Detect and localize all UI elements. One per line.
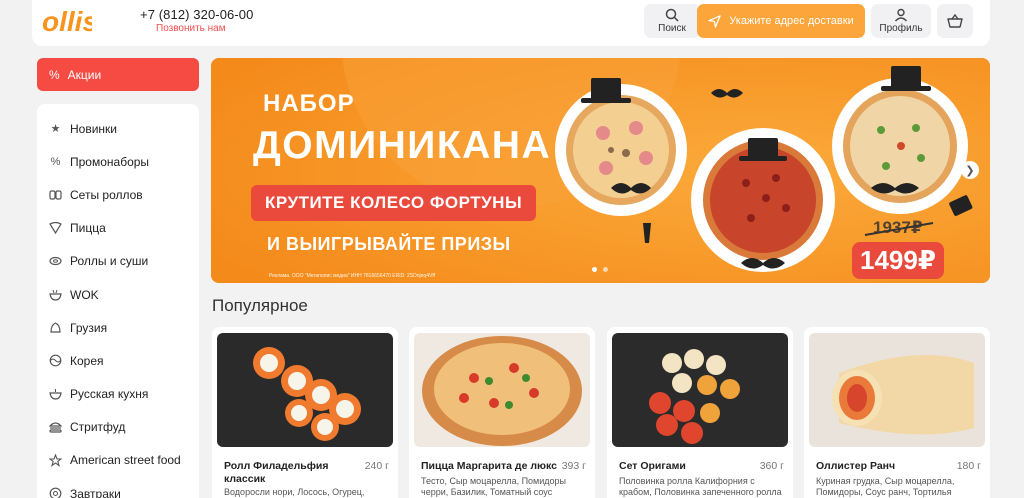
sidebar-item-promotions[interactable]: % Акции bbox=[37, 58, 199, 91]
sidebar-item-label: Акции bbox=[67, 67, 102, 82]
product-weight: 240 г bbox=[364, 460, 389, 472]
sidebar-item-wok[interactable]: WOK bbox=[37, 278, 199, 311]
product-image[interactable] bbox=[414, 333, 590, 447]
product-image[interactable] bbox=[809, 333, 985, 447]
call-us-link[interactable]: Позвонить нам bbox=[156, 23, 226, 34]
promo-banner[interactable]: НАБОР ДОМИНИКАНА КРУТИТЕ КОЛЕСО ФОРТУНЫ … bbox=[211, 58, 990, 283]
sidebar-item-new[interactable]: ★ Новинки bbox=[37, 112, 199, 145]
russian-dish-icon bbox=[49, 388, 62, 401]
product-description: Куриная грудка, Сыр моцарелла, Помидоры,… bbox=[816, 476, 955, 498]
pizza-left-image bbox=[555, 84, 687, 216]
banner-spin-wheel-pill: КРУТИТЕ КОЛЕСО ФОРТУНЫ bbox=[251, 185, 537, 221]
sidebar-item-label: Русская кухня bbox=[70, 387, 149, 402]
sidebar-item-label: Роллы и суши bbox=[70, 254, 149, 269]
banner-next-button[interactable]: ❯ bbox=[961, 161, 979, 179]
banner-title-line1: НАБОР bbox=[263, 90, 355, 117]
sidebar-item-pizza[interactable]: Пицца bbox=[37, 212, 199, 245]
roll-set-icon bbox=[49, 188, 62, 201]
product-card[interactable]: Оллистер Ранч 180 г Куриная грудка, Сыр … bbox=[804, 327, 990, 498]
sidebar-item-label: WOK bbox=[70, 287, 99, 302]
percent-icon: % bbox=[50, 155, 61, 168]
product-card[interactable]: Пицца Маргарита де люкс 393 г Тесто, Сыр… bbox=[409, 327, 595, 498]
phone-number[interactable]: +7 (812) 320-06-00 bbox=[140, 7, 253, 22]
pizza-icon bbox=[49, 222, 62, 235]
product-image[interactable] bbox=[217, 333, 393, 447]
sidebar-item-georgia[interactable]: Грузия bbox=[37, 311, 199, 344]
sidebar-item-streetfood[interactable]: Стритфуд bbox=[37, 411, 199, 444]
chevron-right-icon: ❯ bbox=[965, 164, 975, 177]
georgia-icon bbox=[49, 321, 62, 334]
basket-icon bbox=[947, 14, 963, 28]
burger-icon bbox=[49, 421, 62, 434]
banner-pagination bbox=[592, 267, 608, 272]
product-name[interactable]: Оллистер Ранч bbox=[816, 460, 956, 473]
profile-label: Профиль bbox=[879, 23, 923, 34]
category-sidebar: ★ Новинки % Промонаборы Сеты роллов Пицца … bbox=[37, 104, 199, 498]
ollis-logo[interactable]: ollis bbox=[42, 4, 92, 38]
pagination-dot[interactable] bbox=[592, 267, 597, 272]
banner-legal-text: Реклама. ООО "Мегаполис медиа" ИНН 78166… bbox=[269, 273, 436, 279]
product-weight: 180 г bbox=[956, 460, 981, 472]
search-button[interactable]: Поиск bbox=[644, 4, 700, 38]
banner-subtitle: И ВЫИГРЫВАЙТЕ ПРИЗЫ bbox=[267, 234, 511, 254]
sidebar-item-russian[interactable]: Русская кухня bbox=[37, 378, 199, 411]
percent-icon: % bbox=[49, 67, 60, 82]
product-card[interactable]: Ролл Филадельфия классик 240 г Водоросли… bbox=[212, 327, 398, 498]
cart-button[interactable] bbox=[937, 4, 973, 38]
product-name[interactable]: Сет Оригами bbox=[619, 460, 759, 473]
korea-icon bbox=[49, 354, 62, 367]
location-arrow-icon bbox=[708, 14, 721, 28]
search-icon bbox=[665, 8, 679, 22]
product-card[interactable]: Сет Оригами 360 г Половинка ролла Калифо… bbox=[607, 327, 793, 498]
product-description: Тесто, Сыр моцарелла, Помидоры черри, Ба… bbox=[421, 476, 566, 498]
popular-section-title: Популярное bbox=[212, 296, 308, 315]
sidebar-item-label: Грузия bbox=[70, 320, 108, 335]
sidebar-item-label: Новинки bbox=[70, 121, 117, 136]
pagination-dot[interactable] bbox=[603, 267, 608, 272]
product-description: Половинка ролла Калифорния с крабом, Пол… bbox=[619, 476, 782, 498]
product-name[interactable]: Ролл Филадельфия классик bbox=[224, 460, 364, 485]
banner-title-line2: ДОМИНИКАНА bbox=[253, 124, 552, 167]
breakfast-icon bbox=[49, 487, 62, 498]
header: ollis +7 (812) 320-06-00 Позвонить нам П… bbox=[32, 0, 990, 46]
price-strike-line bbox=[864, 222, 934, 236]
delivery-label: Укажите адрес доставки bbox=[729, 15, 854, 27]
user-icon bbox=[894, 8, 908, 22]
star-icon: ★ bbox=[50, 123, 61, 136]
sidebar-item-breakfast[interactable]: Завтраки bbox=[37, 477, 199, 498]
sidebar-item-label: American street food bbox=[70, 453, 181, 468]
us-star-icon bbox=[49, 453, 62, 467]
sidebar-item-label: Завтраки bbox=[70, 486, 121, 498]
sidebar-item-label: Сеты роллов bbox=[70, 187, 143, 202]
product-weight: 360 г bbox=[759, 460, 784, 472]
sidebar-item-label: Корея bbox=[70, 353, 104, 368]
new-price: 1499₽ bbox=[852, 242, 944, 279]
search-label: Поиск bbox=[658, 23, 686, 34]
product-name[interactable]: Пицца Маргарита де люкс bbox=[421, 460, 561, 473]
sidebar-item-label: Стритфуд bbox=[70, 420, 126, 435]
svg-text:ollis: ollis bbox=[42, 6, 92, 37]
product-image[interactable] bbox=[612, 333, 788, 447]
sidebar-item-label: Промонаборы bbox=[70, 154, 150, 169]
delivery-address-button[interactable]: Укажите адрес доставки bbox=[697, 4, 865, 38]
pizza-right-image bbox=[832, 78, 968, 214]
sidebar-item-american[interactable]: American street food bbox=[37, 444, 199, 477]
sidebar-item-korea[interactable]: Корея bbox=[37, 344, 199, 377]
sidebar-item-roll-sets[interactable]: Сеты роллов bbox=[37, 178, 199, 211]
product-description: Водоросли нори, Лосось, Огурец, bbox=[224, 487, 365, 497]
product-weight: 393 г bbox=[561, 460, 586, 472]
sidebar-item-label: Пицца bbox=[70, 221, 106, 236]
wok-icon bbox=[49, 288, 62, 301]
profile-button[interactable]: Профиль bbox=[871, 4, 931, 38]
sidebar-item-promo-sets[interactable]: % Промонаборы bbox=[37, 145, 199, 178]
sidebar-item-rolls-sushi[interactable]: Роллы и суши bbox=[37, 245, 199, 278]
sushi-icon bbox=[49, 255, 62, 268]
